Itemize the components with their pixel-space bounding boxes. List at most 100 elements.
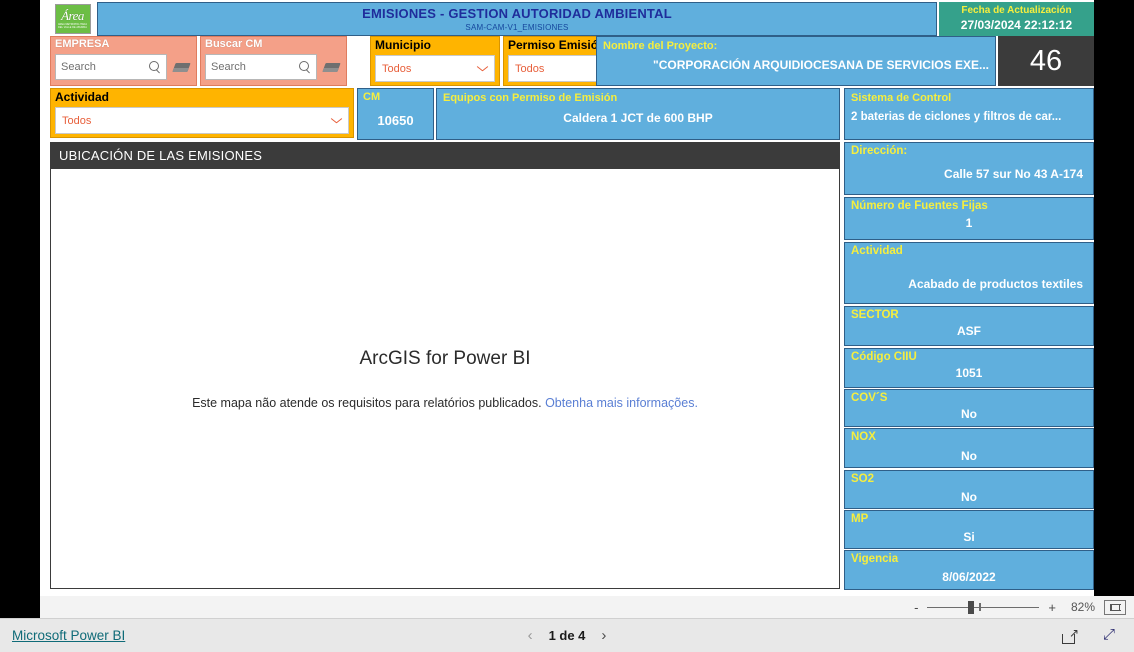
card-numero-fuentes-fijas-value: 1 xyxy=(965,216,973,230)
page-navigation: ‹ 1 de 4 › xyxy=(487,628,647,643)
slicer-actividad[interactable]: Actividad Todos xyxy=(50,88,354,138)
card-covs: COV´S No xyxy=(844,389,1094,427)
card-actividad-value: Acabado de productos textiles xyxy=(908,277,1083,291)
dropdown-actividad[interactable]: Todos xyxy=(55,107,349,134)
fullscreen-icon[interactable]: ⤢ xyxy=(1103,627,1120,644)
logo-script-text: Área xyxy=(61,7,84,23)
card-sistema-control-value: 2 baterias de ciclones y filtros de car.… xyxy=(851,111,1062,123)
map-placeholder-message-text: Este mapa não atende os requisitos para … xyxy=(192,395,542,410)
card-nox-value: No xyxy=(961,449,977,463)
card-direccion: Dirección: Calle 57 sur No 43 A-174 xyxy=(844,142,1094,195)
card-codigo-ciiu: Código CIIU 1051 xyxy=(844,348,1094,388)
clear-filter-button-empresa[interactable] xyxy=(170,54,192,80)
card-equipos-label: Equipos con Permiso de Emisión xyxy=(443,92,618,104)
screen: Área AREA METROPOLITANA DEL VALLE DE ABU… xyxy=(0,0,1134,652)
dropdown-municipio[interactable]: Todos xyxy=(375,55,495,82)
card-total-count-value: 46 xyxy=(1029,44,1063,77)
zoom-level-value: 82% xyxy=(1070,600,1095,614)
card-vigencia-label: Vigencia xyxy=(851,553,899,565)
card-so2: SO2 No xyxy=(844,470,1094,509)
powerbi-brand-link[interactable]: Microsoft Power BI xyxy=(12,628,125,643)
card-sistema-control: Sistema de Control 2 baterias de ciclone… xyxy=(844,88,1094,140)
logo-icon: Área AREA METROPOLITANA DEL VALLE DE ABU… xyxy=(54,4,91,34)
card-nombre-proyecto-value: "CORPORACIÓN ARQUIDIOCESANA DE SERVICIOS… xyxy=(653,58,989,72)
share-icon[interactable]: ↗ xyxy=(1062,627,1079,644)
card-numero-fuentes-fijas: Número de Fuentes Fijas 1 xyxy=(844,197,1094,240)
update-date-card: Fecha de Actualización 27/03/2024 22:12:… xyxy=(939,2,1094,36)
map-visual[interactable]: UBICACIÓN DE LAS EMISIONES ArcGIS for Po… xyxy=(50,142,840,589)
zoom-out-button[interactable]: - xyxy=(914,601,918,614)
slicer-buscar-cm-title: Buscar CM xyxy=(205,38,263,50)
chevron-down-icon xyxy=(331,117,342,124)
card-nombre-proyecto-label: Nombre del Proyecto: xyxy=(603,40,718,52)
card-sector-value: ASF xyxy=(957,324,981,338)
card-actividad: Actividad Acabado de productos textiles xyxy=(844,242,1094,304)
map-placeholder-message: Este mapa não atende os requisitos para … xyxy=(192,396,698,410)
report-canvas: Área AREA METROPOLITANA DEL VALLE DE ABU… xyxy=(40,0,1094,596)
share-icon-arrow: ↗ xyxy=(1068,626,1079,640)
card-sector: SECTOR ASF xyxy=(844,306,1094,346)
card-vigencia-value: 8/06/2022 xyxy=(942,570,996,584)
dropdown-actividad-value: Todos xyxy=(62,114,92,127)
map-placeholder-title: ArcGIS for Power BI xyxy=(359,347,531,369)
card-direccion-value: Calle 57 sur No 43 A-174 xyxy=(944,167,1083,181)
page-subtitle: SAM-CAM-V1_EMISIONES xyxy=(465,23,569,32)
zoom-in-button[interactable]: + xyxy=(1048,601,1056,614)
card-sistema-control-label: Sistema de Control xyxy=(851,92,952,104)
previous-page-button[interactable]: ‹ xyxy=(528,628,533,643)
footer-actions: ↗ ⤢ xyxy=(1062,627,1120,644)
slicer-municipio[interactable]: Municipio Todos xyxy=(370,36,500,86)
card-equipos-value: Caldera 1 JCT de 600 BHP xyxy=(563,111,713,125)
card-codigo-ciiu-value: 1051 xyxy=(955,366,983,380)
footer-bar: Microsoft Power BI ‹ 1 de 4 › ↗ ⤢ xyxy=(0,618,1134,652)
next-page-button[interactable]: › xyxy=(601,628,606,643)
card-mp: MP Si xyxy=(844,510,1094,549)
slicer-buscar-cm[interactable]: Buscar CM Search xyxy=(200,36,347,86)
search-input-cm-placeholder: Search xyxy=(211,61,246,73)
chevron-down-icon xyxy=(477,65,488,72)
card-so2-label: SO2 xyxy=(851,473,875,485)
fit-to-page-button[interactable] xyxy=(1104,599,1126,615)
search-icon xyxy=(299,61,311,73)
organization-logo: Área AREA METROPOLITANA DEL VALLE DE ABU… xyxy=(50,2,95,36)
map-visual-body: ArcGIS for Power BI Este mapa não atende… xyxy=(51,168,839,588)
card-equipos-permiso: Equipos con Permiso de Emisión Caldera 1… xyxy=(436,88,840,140)
map-more-info-link[interactable]: Obtenha mais informações. xyxy=(545,396,698,410)
card-mp-value: Si xyxy=(963,530,975,544)
update-date-label: Fecha de Actualización xyxy=(961,5,1072,17)
update-date-value: 27/03/2024 22:12:12 xyxy=(960,17,1073,32)
slicer-empresa[interactable]: EMPRESA Search xyxy=(50,36,197,86)
card-covs-label: COV´S xyxy=(851,392,888,404)
card-cm-label: CM xyxy=(363,91,381,103)
eraser-icon xyxy=(171,62,191,72)
card-nombre-proyecto: Nombre del Proyecto: "CORPORACIÓN ARQUID… xyxy=(596,36,996,86)
slicer-empresa-title: EMPRESA xyxy=(55,38,110,50)
fit-to-page-icon xyxy=(1109,603,1121,611)
zoom-slider-thumb[interactable] xyxy=(968,601,975,614)
eraser-icon xyxy=(321,62,341,72)
search-input-cm[interactable]: Search xyxy=(205,54,317,80)
card-direccion-label: Dirección: xyxy=(851,145,908,157)
card-so2-value: No xyxy=(961,490,977,504)
zoom-bar: - + 82% xyxy=(40,596,1134,618)
logo-subtext: AREA METROPOLITANA DEL VALLE DE ABURRA xyxy=(57,22,88,29)
card-nox: NOX No xyxy=(844,428,1094,468)
report-title-banner: EMISIONES - GESTION AUTORIDAD AMBIENTAL … xyxy=(97,2,937,36)
slicer-empresa-row: Search xyxy=(55,54,192,80)
card-nox-label: NOX xyxy=(851,431,876,443)
card-total-count: 46 xyxy=(998,36,1094,86)
card-actividad-label: Actividad xyxy=(851,245,903,257)
clear-filter-button-cm[interactable] xyxy=(320,54,342,80)
card-numero-fuentes-fijas-label: Número de Fuentes Fijas xyxy=(851,200,988,212)
zoom-slider[interactable] xyxy=(927,601,1040,614)
dropdown-municipio-value: Todos xyxy=(382,62,412,75)
slicer-actividad-title: Actividad xyxy=(55,90,110,104)
card-covs-value: No xyxy=(961,407,977,421)
page-indicator: 1 de 4 xyxy=(548,628,586,643)
card-vigencia: Vigencia 8/06/2022 xyxy=(844,550,1094,590)
card-cm: CM 10650 xyxy=(357,88,434,140)
page-title: EMISIONES - GESTION AUTORIDAD AMBIENTAL xyxy=(362,6,672,21)
search-input-empresa-placeholder: Search xyxy=(61,61,96,73)
search-input-empresa[interactable]: Search xyxy=(55,54,167,80)
slicer-municipio-title: Municipio xyxy=(375,38,431,52)
